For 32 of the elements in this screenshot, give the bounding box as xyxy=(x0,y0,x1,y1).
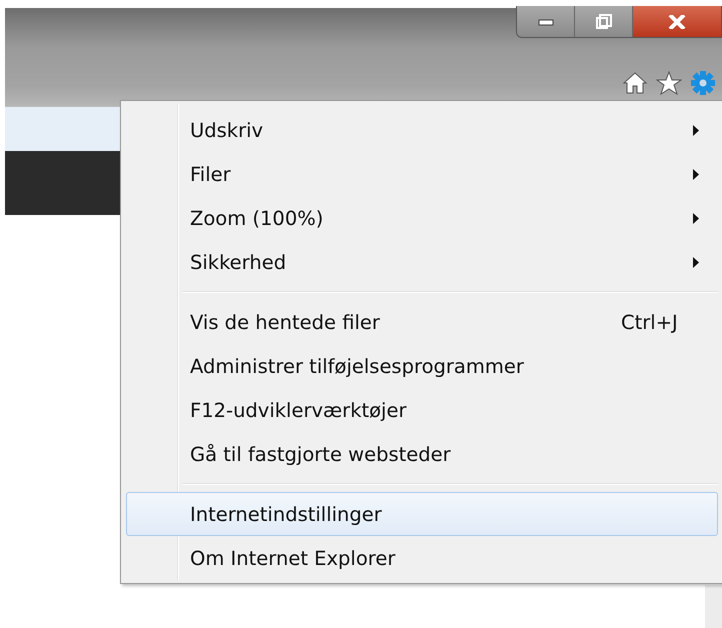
restore-icon xyxy=(596,14,612,30)
menu-item[interactable]: Vis de hentede filer Ctrl+J xyxy=(126,300,718,344)
menu-item[interactable]: F12-udviklerværktøjer xyxy=(126,388,718,432)
menu-item-label: Om Internet Explorer xyxy=(190,546,396,570)
menu-item[interactable]: Administrer tilføjelsesprogrammer xyxy=(126,344,718,388)
menu-item-label: Internetindstillinger xyxy=(190,502,382,526)
minimize-button[interactable] xyxy=(517,6,575,37)
menu-item-label: Filer xyxy=(190,162,231,186)
star-icon[interactable] xyxy=(656,71,682,95)
menu-item-label: Administrer tilføjelsesprogrammer xyxy=(190,354,524,378)
menu-item-label: Vis de hentede filer xyxy=(190,310,380,334)
menu-item[interactable]: Filer xyxy=(126,152,718,196)
menu-item[interactable]: Internetindstillinger xyxy=(126,492,718,536)
menu-item[interactable]: Gå til fastgjorte websteder xyxy=(126,432,718,476)
home-icon[interactable] xyxy=(622,71,648,95)
shortcut-text: Ctrl+J xyxy=(621,310,678,334)
menu-item[interactable]: Zoom (100%) xyxy=(126,196,718,240)
menu-item-label: Gå til fastgjorte websteder xyxy=(190,442,451,466)
menu-item-label: Udskriv xyxy=(190,118,264,142)
close-icon xyxy=(667,14,687,28)
submenu-arrow-icon xyxy=(693,168,699,180)
submenu-arrow-icon xyxy=(693,124,699,136)
minimize-icon xyxy=(538,18,554,26)
submenu-arrow-icon xyxy=(693,212,699,224)
menu-item[interactable]: Sikkerhed xyxy=(126,240,718,284)
menu-item-label: F12-udviklerværktøjer xyxy=(190,398,406,422)
menu-item[interactable]: Udskriv xyxy=(126,108,718,152)
submenu-arrow-icon xyxy=(693,256,699,268)
menu-item[interactable]: Om Internet Explorer xyxy=(126,536,718,580)
menu-item-label: Zoom (100%) xyxy=(190,206,324,230)
menu-item-label: Sikkerhed xyxy=(190,250,286,274)
close-button[interactable] xyxy=(633,6,721,37)
